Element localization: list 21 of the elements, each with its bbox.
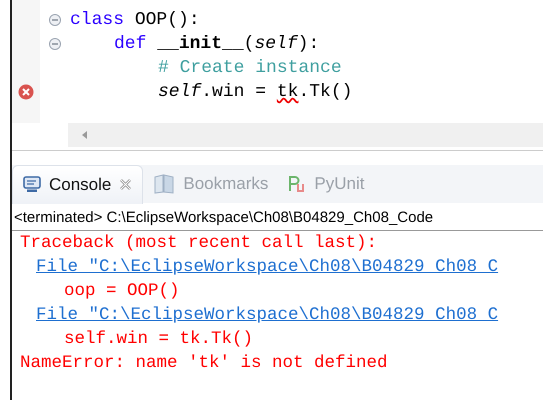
scroll-left-icon[interactable] — [82, 131, 88, 139]
horizontal-scrollbar[interactable] — [68, 123, 543, 147]
collapse-icon[interactable] — [49, 14, 61, 26]
console-line: NameError: name 'tk' is not defined — [19, 352, 389, 375]
close-icon[interactable] — [119, 178, 132, 191]
console-line: Traceback (most recent call last): — [19, 232, 378, 255]
error-icon — [18, 84, 34, 100]
code-line: # Create instance — [158, 58, 342, 78]
monitor-icon — [23, 176, 41, 193]
code-line: def __init__(self): — [114, 34, 320, 54]
code-line: class OOP(): — [70, 10, 200, 30]
console-line: self.win = tk.Tk() — [63, 328, 254, 351]
file-link[interactable]: File "C:\EclipseWorkspace\Ch08\B04829 Ch08 C — [36, 255, 543, 279]
file-link[interactable]: File "C:\EclipseWorkspace\Ch08\B04829 Ch08 C — [36, 303, 543, 327]
collapse-icon[interactable] — [49, 38, 61, 50]
book-icon — [153, 174, 176, 194]
code-line: self.win = tk.Tk() — [158, 82, 352, 102]
pu-letters-icon — [288, 175, 306, 193]
console-header: <terminated> C:\EclipseWorkspace\Ch08\B04829_Ch08_Code — [12, 209, 543, 231]
view-tab[interactable]: Console — [12, 164, 144, 204]
console-line: oop = OOP() — [63, 280, 181, 303]
